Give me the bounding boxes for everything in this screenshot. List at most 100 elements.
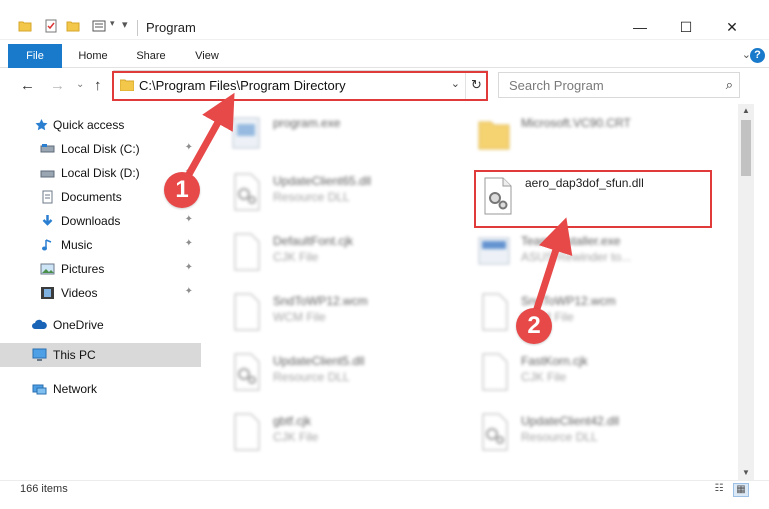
tab-share[interactable]: Share xyxy=(128,44,174,68)
sidebar-item-label: Local Disk (C:) xyxy=(61,142,140,156)
file-type: CJK File xyxy=(273,250,319,264)
up-button[interactable]: ↑ xyxy=(94,77,102,94)
file-list: program.exe UpdateClient65.dll Resource … xyxy=(205,104,738,480)
file-item[interactable]: SndToWP12.wcm WCM File xyxy=(477,288,717,342)
sidebar-item-onedrive[interactable]: OneDrive xyxy=(0,314,201,336)
title-separator xyxy=(137,20,138,36)
file-item[interactable]: SndToWP12.wcm WCM File xyxy=(229,288,469,342)
sidebar-item-label: Local Disk (D:) xyxy=(61,166,140,180)
tab-view[interactable]: View xyxy=(184,44,230,68)
sidebar-item-label: This PC xyxy=(53,348,96,362)
sidebar-item-pictures[interactable]: Pictures ✦ xyxy=(0,258,201,280)
minimize-button[interactable]: — xyxy=(620,14,660,40)
pictures-icon xyxy=(40,263,55,275)
file-type: CJK File xyxy=(273,430,319,444)
file-type: CJK File xyxy=(521,370,567,384)
tab-home[interactable]: Home xyxy=(70,44,116,68)
customize-icon[interactable] xyxy=(92,19,106,33)
recent-locations-icon[interactable]: ⌄ xyxy=(76,79,84,90)
details-view-icon[interactable]: ☷ xyxy=(711,483,727,497)
sidebar-item-label: OneDrive xyxy=(53,318,104,332)
file-icon xyxy=(234,413,260,451)
file-name: SndToWP12.wcm xyxy=(273,294,368,308)
file-item[interactable]: gbtf.cjk CJK File xyxy=(229,408,469,462)
file-name: UpdateClient42.dll xyxy=(521,414,620,428)
step-badge-2: 2 xyxy=(516,308,552,344)
search-box[interactable]: Search Program ⌕ xyxy=(498,72,740,98)
pin-icon[interactable]: ✦ xyxy=(185,214,193,225)
scroll-down-icon[interactable]: ▼ xyxy=(738,466,754,480)
file-type: WCM File xyxy=(273,310,326,324)
address-highlight-box xyxy=(112,71,488,101)
back-button[interactable]: ← xyxy=(20,77,35,94)
sidebar-item-downloads[interactable]: Downloads ✦ xyxy=(0,210,201,232)
qa-dropdown-icon[interactable]: ▾ xyxy=(122,18,128,31)
item-count: 166 items xyxy=(20,483,68,495)
download-icon xyxy=(42,215,53,226)
dll-icon xyxy=(234,173,260,211)
help-icon[interactable]: ? xyxy=(750,48,765,63)
computer-icon xyxy=(32,348,47,361)
ribbon-tabs: File Home Share View ⌄ ? xyxy=(0,44,769,68)
step-badge-1: 1 xyxy=(164,172,200,208)
file-item[interactable]: Microsoft.VC90.CRT xyxy=(477,110,717,164)
sidebar-item-local-disk-c[interactable]: Local Disk (C:) ✦ xyxy=(0,138,201,160)
sidebar-item-label: Music xyxy=(61,238,93,252)
properties-icon[interactable] xyxy=(44,19,58,33)
file-item[interactable]: UpdateClient65.dll Resource DLL xyxy=(229,168,469,222)
search-icon[interactable]: ⌕ xyxy=(726,77,733,93)
sidebar-item-label: Documents xyxy=(61,190,122,204)
file-item[interactable]: program.exe xyxy=(229,110,469,164)
folder-icon[interactable] xyxy=(18,19,32,33)
tiles-view-icon[interactable]: ▦ xyxy=(733,483,749,497)
forward-button[interactable]: → xyxy=(50,77,65,94)
file-type: Resource DLL xyxy=(521,430,598,444)
network-icon xyxy=(32,384,47,395)
sidebar-item-label: Quick access xyxy=(53,118,125,132)
sidebar-item-quick-access[interactable]: Quick access xyxy=(0,114,201,136)
sidebar-item-label: Network xyxy=(53,382,98,396)
file-highlight-box xyxy=(474,170,712,228)
pin-icon[interactable]: ✦ xyxy=(185,262,193,273)
sidebar-item-this-pc[interactable]: This PC xyxy=(0,343,201,367)
vertical-scrollbar[interactable]: ▲ ▼ xyxy=(738,104,754,480)
status-bar: 166 items ☷ ▦ xyxy=(0,480,769,509)
tab-file[interactable]: File xyxy=(8,44,62,68)
sidebar-item-label: Videos xyxy=(61,286,98,300)
file-item[interactable]: DefaultFont.cjk CJK File xyxy=(229,228,469,282)
maximize-button[interactable]: ☐ xyxy=(666,14,706,40)
file-item[interactable]: FastKorn.cjk CJK File xyxy=(477,348,717,402)
sidebar-item-music[interactable]: Music ✦ xyxy=(0,234,201,256)
new-folder-icon[interactable] xyxy=(66,19,80,33)
scroll-thumb[interactable] xyxy=(741,120,751,176)
file-item[interactable]: TeamsInstaller.exe ASUS Rewinder to... xyxy=(477,228,717,282)
sidebar-item-label: Pictures xyxy=(61,262,105,276)
file-name: gbtf.cjk xyxy=(273,414,312,428)
file-name: Microsoft.VC90.CRT xyxy=(521,116,631,130)
pin-icon[interactable]: ✦ xyxy=(185,286,193,297)
pin-icon[interactable]: ✦ xyxy=(185,238,193,249)
file-type: Resource DLL xyxy=(273,190,350,204)
documents-icon xyxy=(42,190,53,204)
file-type: Resource DLL xyxy=(273,370,350,384)
dll-icon xyxy=(482,413,508,451)
sidebar-item-videos[interactable]: Videos ✦ xyxy=(0,282,201,304)
dropdown-icon[interactable]: ▾ xyxy=(110,18,115,29)
navigation-pane: Quick access Local Disk (C:) ✦ Local Dis… xyxy=(0,104,205,480)
file-item[interactable]: UpdateClient5.dll Resource DLL xyxy=(229,348,469,402)
scroll-up-icon[interactable]: ▲ xyxy=(738,104,754,118)
cloud-icon xyxy=(32,319,47,329)
file-name: SndToWP12.wcm xyxy=(521,294,616,308)
exe-icon xyxy=(478,237,510,265)
folder-icon xyxy=(478,121,510,150)
file-icon xyxy=(482,353,508,391)
drive-icon xyxy=(40,144,55,153)
file-name: UpdateClient65.dll xyxy=(273,174,372,188)
sidebar-item-label: Downloads xyxy=(61,214,121,228)
file-icon xyxy=(482,293,508,331)
file-item[interactable]: UpdateClient42.dll Resource DLL xyxy=(477,408,717,462)
sidebar-item-network[interactable]: Network xyxy=(0,378,201,400)
pin-icon[interactable]: ✦ xyxy=(185,142,193,153)
close-button[interactable]: ✕ xyxy=(712,14,752,40)
search-input[interactable]: Search Program xyxy=(509,78,604,93)
